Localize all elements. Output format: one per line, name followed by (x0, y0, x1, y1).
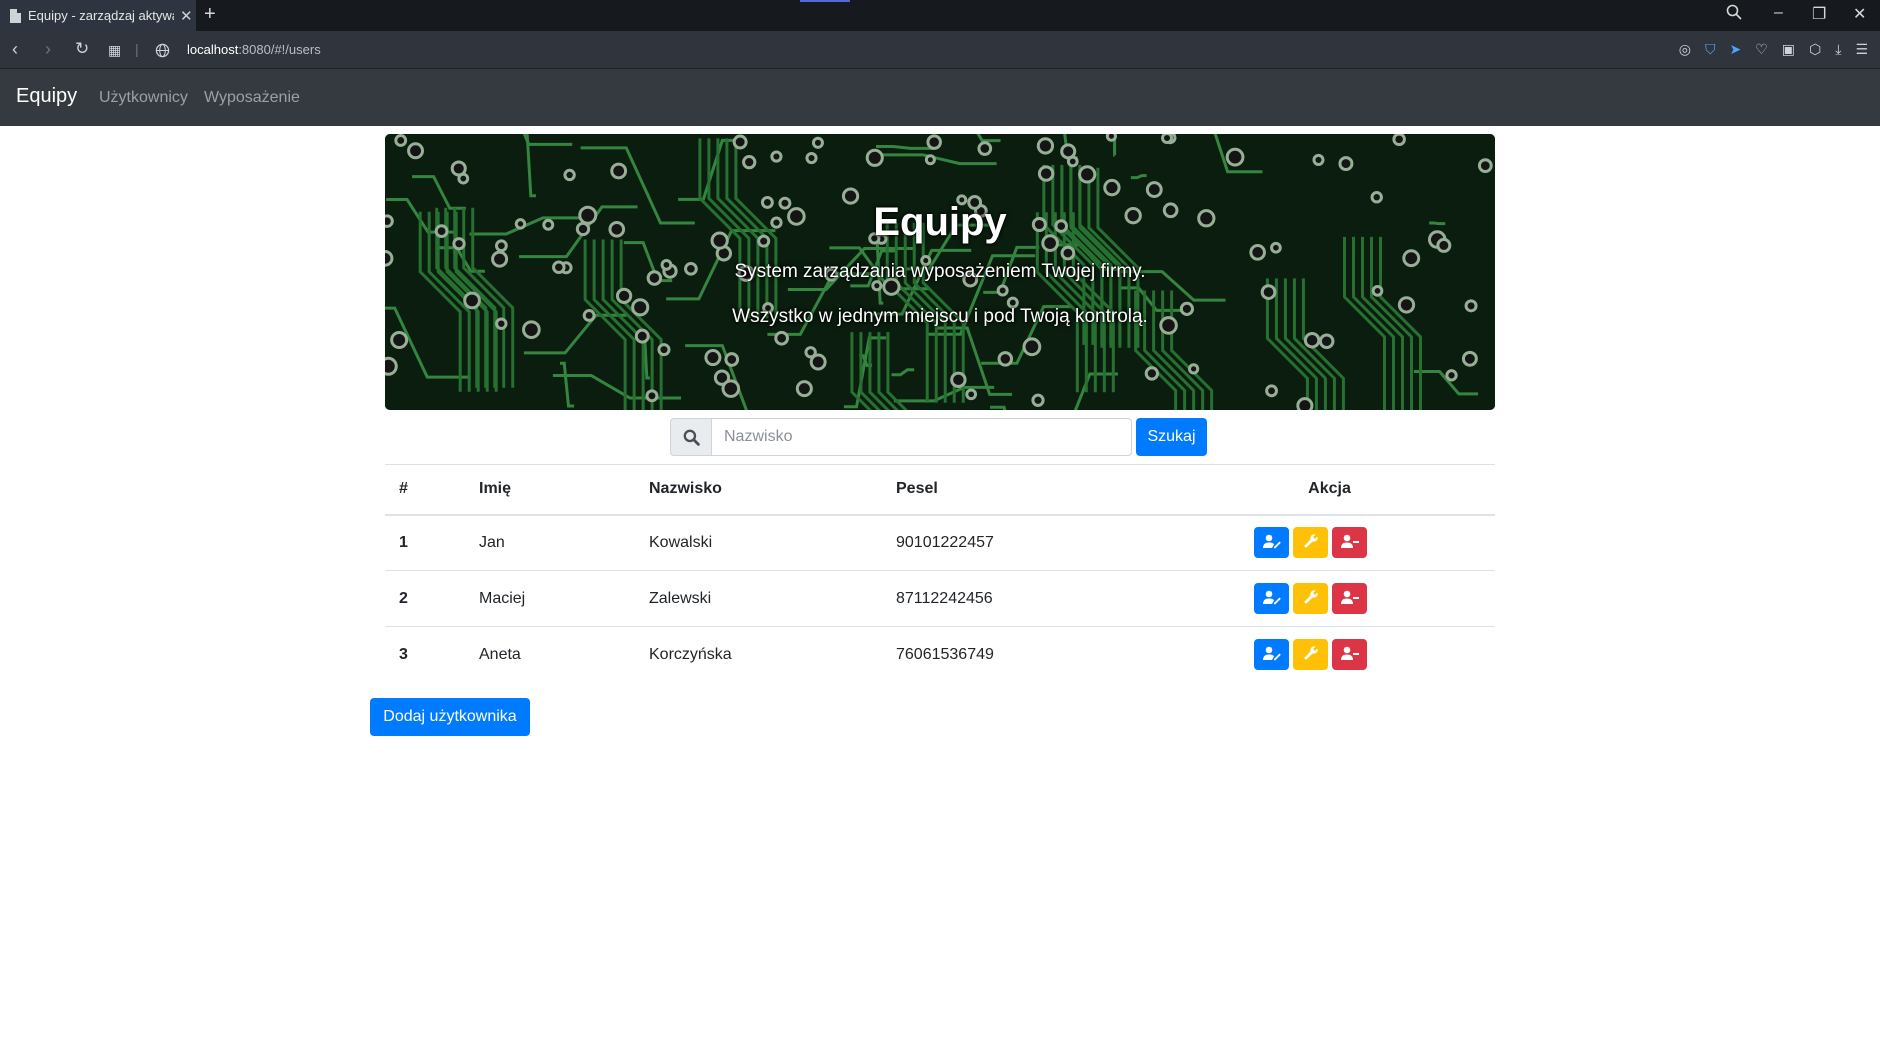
address-bar: ‹ › ↻ ▦ | localhost:8080/#!/users ◎ ⛉ ➤ … (0, 31, 1880, 69)
equipment-button[interactable] (1293, 583, 1328, 614)
cell-last-name: Kowalski (635, 514, 882, 571)
cell-first-name: Jan (465, 514, 635, 571)
user-edit-icon (1262, 534, 1281, 552)
send-icon[interactable]: ➤ (1729, 41, 1741, 58)
table-row: 1 Jan Kowalski 90101222457 (385, 514, 1495, 571)
cell-actions (1164, 570, 1495, 627)
separator: | (135, 41, 139, 57)
search-group: Szukaj (670, 418, 1207, 456)
cell-id: 2 (385, 570, 465, 627)
users-table: # Imię Nazwisko Pesel Akcja 1 Jan Kowals… (385, 464, 1495, 683)
tiles-icon[interactable]: ▦ (108, 42, 121, 59)
forward-icon[interactable]: › (45, 39, 51, 60)
wrench-icon (1303, 645, 1319, 664)
browser-tab-bar: Equipy - zarządzaj aktywami ✕ + – ❐ ✕ (0, 0, 1880, 31)
col-header-action: Akcja (1164, 464, 1495, 516)
add-user-button[interactable]: Dodaj użytkownika (370, 698, 530, 736)
user-minus-icon (1340, 646, 1359, 664)
browser-tab[interactable]: Equipy - zarządzaj aktywami ✕ (0, 0, 196, 31)
delete-user-button[interactable] (1332, 527, 1367, 559)
col-header-pesel: Pesel (882, 464, 1164, 516)
menu-icon[interactable]: ☰ (1855, 41, 1868, 58)
browser-toolbar: ◎ ⛉ ➤ ♡ ▣ ⬡ ⤓ ☰ (1679, 41, 1868, 58)
cell-actions (1164, 626, 1495, 683)
edit-user-button[interactable] (1254, 583, 1289, 614)
globe-icon (155, 42, 170, 63)
equipment-button[interactable] (1293, 639, 1328, 671)
search-button[interactable]: Szukaj (1136, 418, 1207, 456)
hero-tagline: Wszystko w jednym miejscu i pod Twoją ko… (732, 306, 1148, 327)
url-path: :8080/#!/users (238, 42, 321, 57)
equipment-button[interactable] (1293, 527, 1328, 559)
url-host: localhost (187, 42, 239, 57)
cube-icon[interactable]: ⬡ (1809, 41, 1821, 58)
delete-user-button[interactable] (1332, 583, 1367, 614)
new-tab-icon[interactable]: + (204, 3, 216, 26)
tab-title: Equipy - zarządzaj aktywami (28, 8, 174, 23)
minimize-icon[interactable]: – (1774, 4, 1783, 22)
tab-bar-accent (800, 0, 850, 2)
close-tab-icon[interactable]: ✕ (180, 7, 193, 25)
cell-first-name: Aneta (465, 626, 635, 683)
shield-icon[interactable]: ⛉ (1705, 41, 1716, 58)
user-minus-icon (1340, 534, 1359, 552)
hero-subtitle: System zarządzania wyposażeniem Twojej f… (734, 261, 1146, 282)
document-icon (10, 8, 21, 23)
delete-user-button[interactable] (1332, 639, 1367, 671)
edit-user-button[interactable] (1254, 639, 1289, 671)
nav-link-users[interactable]: Użytkownicy (99, 89, 188, 107)
col-header-first-name: Imię (465, 464, 635, 516)
nav-link-equipment[interactable]: Wyposażenie (204, 89, 300, 107)
edit-user-button[interactable] (1254, 527, 1289, 559)
url-field[interactable]: localhost:8080/#!/users (187, 42, 321, 57)
table-row: 3 Aneta Korczyńska 76061536749 (385, 626, 1495, 683)
user-edit-icon (1262, 590, 1281, 608)
wallet-icon[interactable]: ▣ (1782, 41, 1795, 58)
user-edit-icon (1262, 646, 1281, 664)
search-icon (670, 418, 712, 456)
camera-icon[interactable]: ◎ (1679, 41, 1691, 58)
cell-pesel: 90101222457 (882, 514, 1164, 571)
back-icon[interactable]: ‹ (12, 39, 18, 60)
app-navbar: Equipy Użytkownicy Wyposażenie (0, 69, 1880, 126)
navbar-brand[interactable]: Equipy (16, 85, 77, 108)
hero-banner: Equipy System zarządzania wyposażeniem T… (385, 134, 1495, 410)
col-header-last-name: Nazwisko (635, 464, 882, 516)
reload-icon[interactable]: ↻ (75, 39, 89, 59)
close-window-icon[interactable]: ✕ (1853, 4, 1866, 24)
cell-last-name: Zalewski (635, 570, 882, 627)
cell-id: 1 (385, 514, 465, 571)
download-icon[interactable]: ⤓ (1835, 41, 1841, 58)
heart-icon[interactable]: ♡ (1755, 41, 1768, 58)
search-input[interactable] (712, 418, 1132, 456)
col-header-id: # (385, 464, 465, 516)
user-minus-icon (1340, 590, 1359, 608)
cell-first-name: Maciej (465, 570, 635, 627)
cell-last-name: Korczyńska (635, 626, 882, 683)
cell-actions (1164, 514, 1495, 571)
hero-title: Equipy (873, 200, 1007, 244)
search-tabs-icon[interactable] (1726, 4, 1742, 25)
table-header-row: # Imię Nazwisko Pesel Akcja (385, 464, 1495, 516)
cell-id: 3 (385, 626, 465, 683)
table-row: 2 Maciej Zalewski 87112242456 (385, 570, 1495, 627)
restore-icon[interactable]: ❐ (1812, 4, 1826, 24)
wrench-icon (1303, 533, 1319, 552)
wrench-icon (1303, 589, 1319, 608)
cell-pesel: 87112242456 (882, 570, 1164, 627)
cell-pesel: 76061536749 (882, 626, 1164, 683)
